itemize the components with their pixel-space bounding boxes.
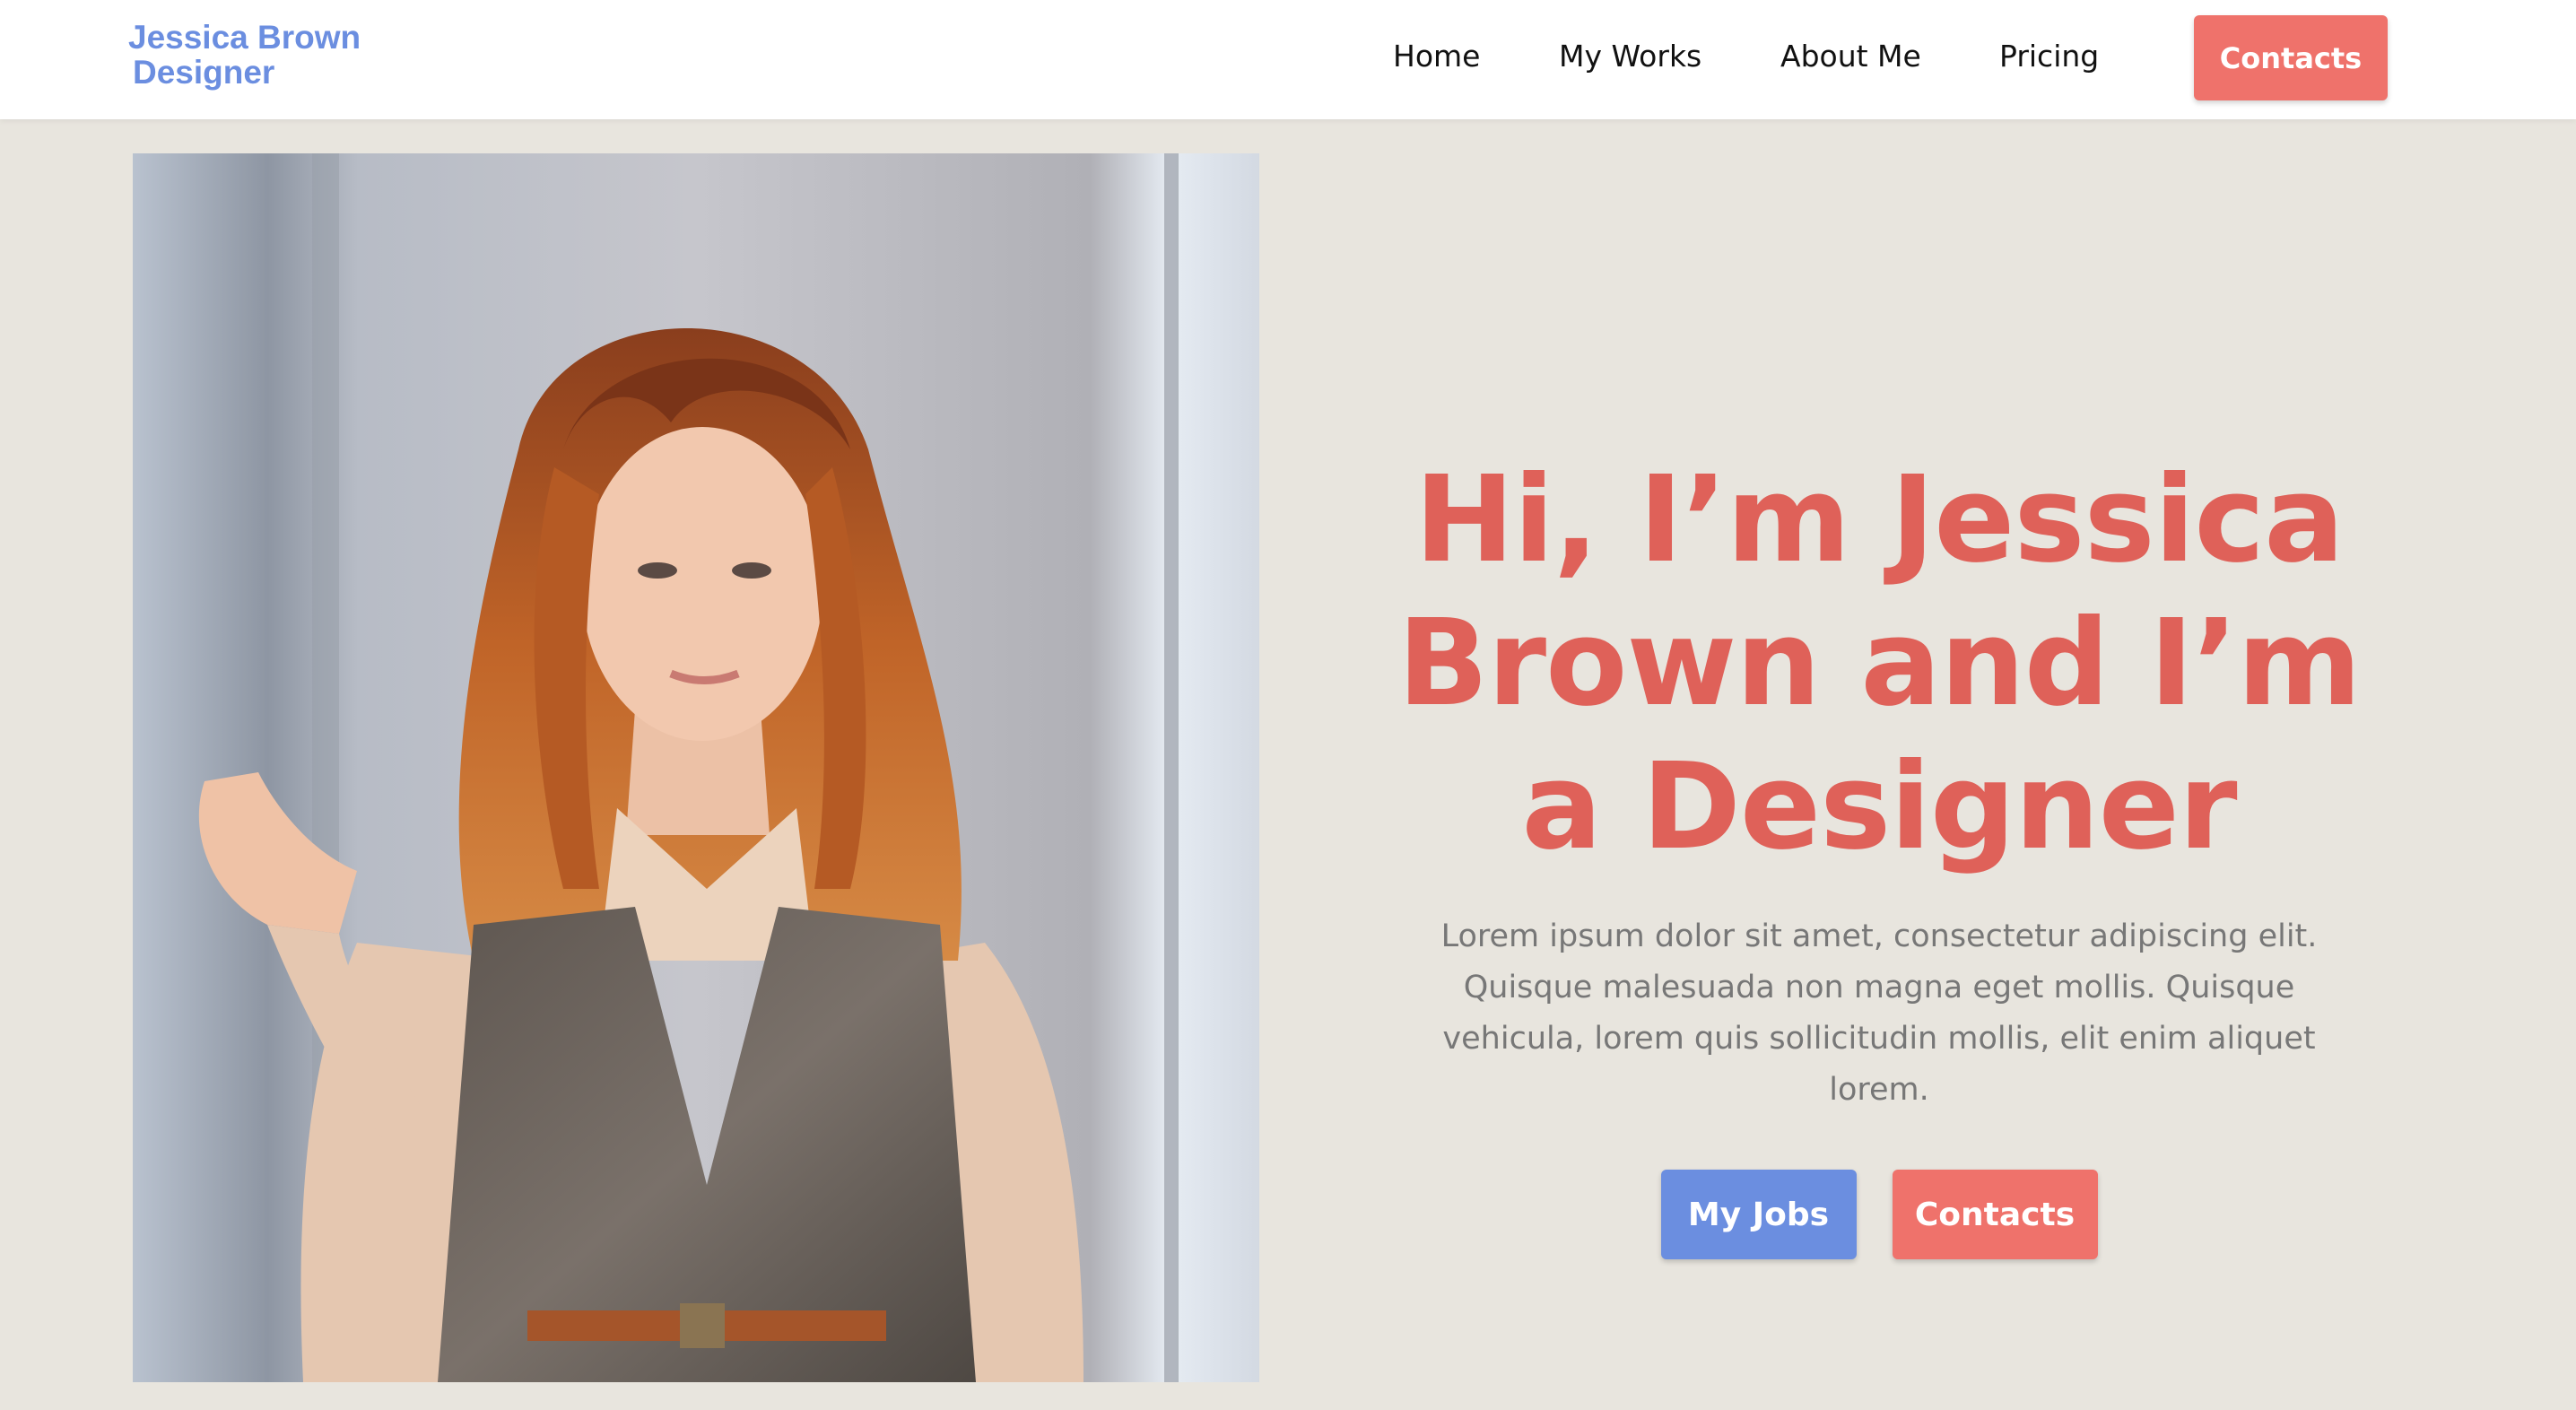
hero-portrait-image [133,153,1259,1382]
site-header: Jessica Brown Designer Home My Works Abo… [0,0,2576,119]
hero-description: Lorem ipsum dolor sit amet, consectetur … [1440,918,2318,1108]
my-jobs-button[interactable]: My Jobs [1660,1170,1857,1259]
main-nav: Home My Works About Me Pricing Contacts [0,0,2576,119]
hero-title: Hi, I’m Jessica Brown and I’m a Designer [1397,451,2362,876]
nav-contacts-button[interactable]: Contacts [2194,15,2388,100]
nav-link-my-works[interactable]: My Works [1559,36,1701,77]
nav-link-about-me[interactable]: About Me [1780,36,1921,77]
portrait-photo-icon [133,153,1259,1382]
nav-link-home[interactable]: Home [1393,36,1480,77]
contacts-button[interactable]: Contacts [1892,1170,2098,1259]
nav-link-pricing[interactable]: Pricing [1999,36,2099,77]
hero-buttons: My Jobs Contacts [1345,1170,2413,1259]
hero-content: Hi, I’m Jessica Brown and I’m a Designer… [1345,448,2413,1259]
